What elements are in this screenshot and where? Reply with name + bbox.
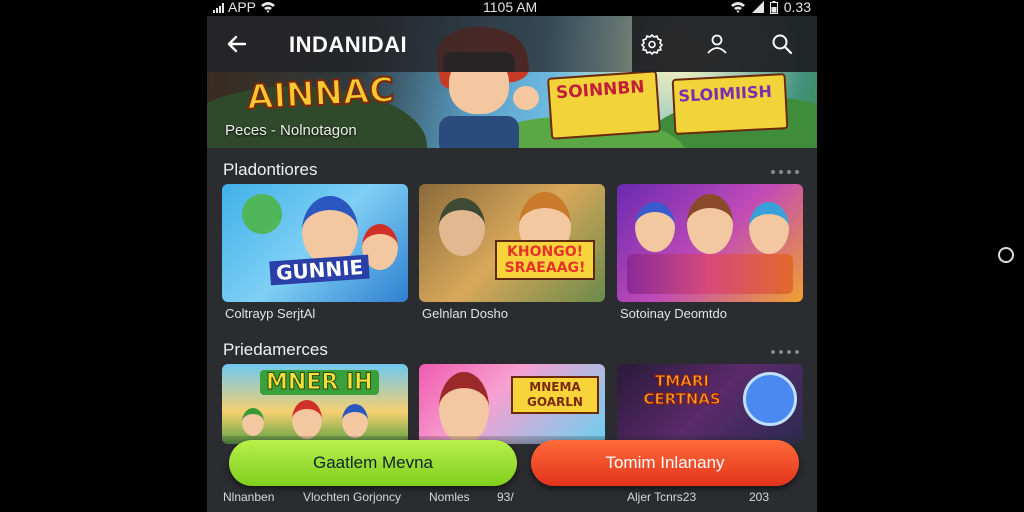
hero-art-logo: AINNAC xyxy=(245,69,396,119)
hero-art-sign: SOINNBN xyxy=(546,70,662,140)
secondary-action-label: Tomim Inlanany xyxy=(605,453,725,472)
battery-level: 0.33 xyxy=(783,0,811,15)
carrier-label: APP xyxy=(228,0,257,15)
status-left: APP xyxy=(213,0,276,15)
card-character xyxy=(743,372,797,426)
wifi-icon xyxy=(261,2,276,13)
signal-icon xyxy=(213,2,224,13)
hero-caption: Peces - Nolnotagon xyxy=(225,122,357,139)
card-label: Aljer Tcnrs23 xyxy=(627,490,697,504)
card-label: Vlochten Gorjoncy xyxy=(303,490,402,504)
section-title: Priedamerces xyxy=(223,340,328,359)
game-card[interactable]: GUNNIE xyxy=(222,184,408,302)
game-card[interactable]: TMARI CERTNAS xyxy=(617,364,803,444)
signal-icon xyxy=(751,1,764,13)
hero-banner[interactable]: AINNAC SOINNBN SLOIMIISH INDANIDAI Peces… xyxy=(207,16,817,148)
card-character xyxy=(342,404,368,438)
primary-action-button[interactable]: Gaatlem Mevna xyxy=(229,440,517,486)
secondary-action-button[interactable]: Tomim Inlanany xyxy=(531,440,799,486)
card-character xyxy=(292,400,322,439)
section-more-dots[interactable] xyxy=(771,170,799,174)
card-label: Nlnanben xyxy=(223,490,275,504)
section-title: Pladontiores xyxy=(223,160,318,179)
card-character xyxy=(242,194,282,234)
user-icon[interactable] xyxy=(705,32,729,56)
home-circle-icon[interactable] xyxy=(998,247,1014,263)
wifi-icon xyxy=(730,2,745,13)
card-character xyxy=(687,194,733,254)
card-characters-group xyxy=(627,254,793,294)
card-character xyxy=(439,372,489,444)
gear-icon[interactable] xyxy=(640,32,664,56)
section-more-dots[interactable] xyxy=(771,350,799,354)
card-label: 93/ xyxy=(497,490,514,504)
app-title: INDANIDAI xyxy=(289,32,408,57)
game-card[interactable] xyxy=(617,184,803,302)
primary-action-label: Gaatlem Mevna xyxy=(313,453,433,472)
battery-icon xyxy=(769,0,778,14)
card-label: Gelnlan Dosho xyxy=(422,306,508,321)
card-label: 203 xyxy=(749,490,770,504)
game-card[interactable]: KHONGO! SRAEAAG! xyxy=(419,184,605,302)
app-screen: AINNAC SOINNBN SLOIMIISH INDANIDAI Peces… xyxy=(207,16,817,512)
card-character xyxy=(749,202,789,254)
status-right: 0.33 xyxy=(730,0,811,15)
card-label: Nomles xyxy=(429,490,470,504)
status-bar: APP 1105 AM 0.33 xyxy=(207,0,817,16)
game-card[interactable]: MNER IH xyxy=(222,364,408,444)
card-character xyxy=(439,198,485,256)
back-arrow-icon[interactable] xyxy=(223,30,251,58)
top-actions xyxy=(632,16,817,72)
top-app-bar: INDANIDAI xyxy=(207,16,817,72)
card-label: Sotoinay Deomtdo xyxy=(620,306,727,321)
card-character xyxy=(635,202,675,252)
game-card[interactable]: MNEMA GOARLN xyxy=(419,364,605,444)
hero-art-sign: SLOIMIISH xyxy=(671,73,789,135)
search-icon[interactable] xyxy=(770,32,794,56)
card-label: Coltrayp SerjtAl xyxy=(225,306,316,321)
card-character xyxy=(242,408,264,436)
status-time: 1105 AM xyxy=(483,0,538,15)
